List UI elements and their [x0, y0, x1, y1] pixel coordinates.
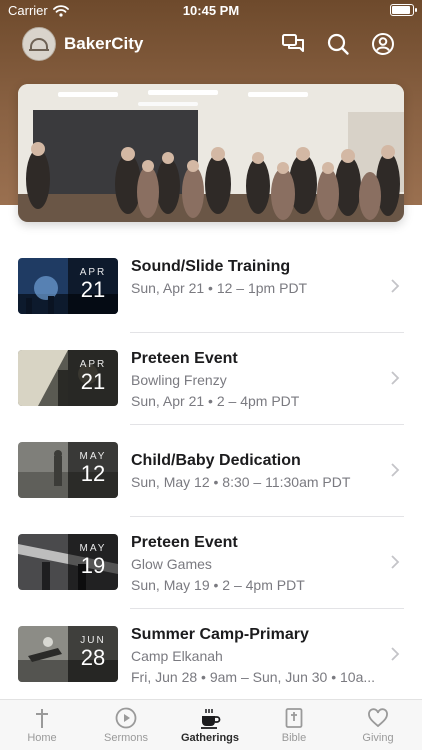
- chevron-right-icon: [391, 463, 400, 477]
- event-title: Sound/Slide Training: [131, 258, 291, 275]
- event-thumbnail: APR 21: [18, 258, 118, 314]
- event-row[interactable]: MAY 19 Preteen Event Glow Games Sun, May…: [0, 516, 422, 608]
- bible-icon: [285, 708, 303, 728]
- tab-home[interactable]: Home: [0, 700, 84, 750]
- tab-bible[interactable]: Bible: [252, 700, 336, 750]
- event-date-badge: MAY 12: [68, 442, 118, 498]
- event-date-badge: APR 21: [68, 258, 118, 314]
- battery-icon: [390, 4, 417, 16]
- event-thumbnail: MAY 19: [18, 534, 118, 590]
- chat-icon[interactable]: [280, 31, 306, 57]
- event-time: Sun, May 12 • 8:30 – 11:30am PDT: [131, 474, 351, 490]
- event-title: Child/Baby Dedication: [131, 452, 301, 469]
- event-thumbnail: APR 21: [18, 350, 118, 406]
- chevron-right-icon: [391, 371, 400, 385]
- event-title: Summer Camp-Primary: [131, 626, 309, 643]
- chevron-right-icon: [391, 279, 400, 293]
- chevron-right-icon: [391, 647, 400, 661]
- hero-image: [18, 84, 404, 222]
- event-title: Preteen Event: [131, 534, 238, 551]
- event-subtitle: Glow Games: [131, 556, 212, 572]
- event-thumbnail: JUN 28: [18, 626, 118, 682]
- event-time: Sun, Apr 21 • 2 – 4pm PDT: [131, 393, 300, 409]
- chevron-right-icon: [391, 555, 400, 569]
- event-thumbnail: MAY 12: [18, 442, 118, 498]
- event-date-badge: MAY 19: [68, 534, 118, 590]
- tab-gatherings[interactable]: Gatherings: [168, 700, 252, 750]
- tab-sermons[interactable]: Sermons: [84, 700, 168, 750]
- event-row[interactable]: JUN 28 Summer Camp-Primary Camp Elkanah …: [0, 608, 422, 700]
- event-time: Fri, Jun 28 • 9am – Sun, Jun 30 • 10a...: [131, 669, 376, 685]
- status-bar: Carrier 10:45 PM: [0, 0, 422, 22]
- search-icon[interactable]: [325, 31, 351, 57]
- heart-icon: [368, 708, 388, 728]
- event-date-badge: JUN 28: [68, 626, 118, 682]
- event-subtitle: Camp Elkanah: [131, 648, 223, 664]
- status-time: 10:45 PM: [182, 3, 240, 18]
- profile-icon[interactable]: [370, 31, 396, 57]
- event-date-badge: APR 21: [68, 350, 118, 406]
- top-nav: BakerCity: [0, 24, 422, 64]
- event-row[interactable]: MAY 12 Child/Baby Dedication Sun, May 12…: [0, 424, 422, 516]
- tab-bar: Home Sermons Gatherings Bible Giving: [0, 699, 422, 750]
- event-subtitle: Bowling Frenzy: [131, 372, 227, 388]
- tab-giving[interactable]: Giving: [336, 700, 420, 750]
- event-row[interactable]: APR 21 Preteen Event Bowling Frenzy Sun,…: [0, 332, 422, 424]
- event-row[interactable]: APR 21 Sound/Slide Training Sun, Apr 21 …: [0, 240, 422, 332]
- event-time: Sun, May 19 • 2 – 4pm PDT: [131, 577, 305, 593]
- coffee-cup-icon: [201, 709, 221, 729]
- event-title: Preteen Event: [131, 350, 238, 367]
- play-circle-icon: [115, 707, 137, 729]
- church-logo[interactable]: [22, 27, 56, 61]
- event-time: Sun, Apr 21 • 12 – 1pm PDT: [131, 280, 308, 296]
- cross-icon: [36, 709, 48, 728]
- app-title: BakerCity: [64, 34, 144, 53]
